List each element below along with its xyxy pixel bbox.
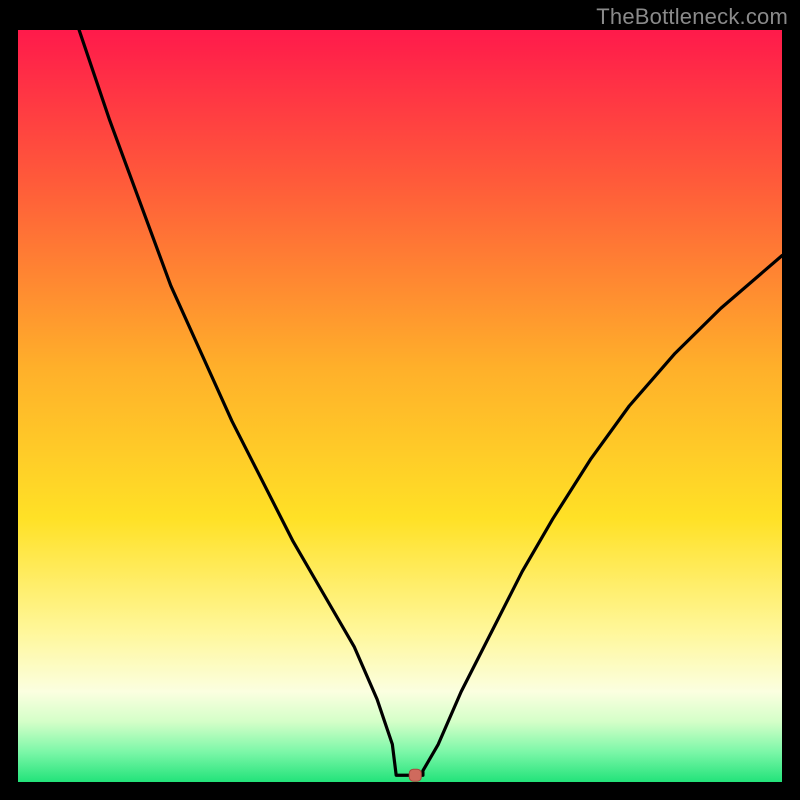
bottleneck-chart bbox=[18, 30, 782, 782]
watermark-label: TheBottleneck.com bbox=[596, 4, 788, 30]
optimal-point-marker bbox=[409, 769, 421, 781]
chart-frame: TheBottleneck.com bbox=[0, 0, 800, 800]
plot-area bbox=[18, 30, 782, 782]
gradient-background bbox=[18, 30, 782, 782]
